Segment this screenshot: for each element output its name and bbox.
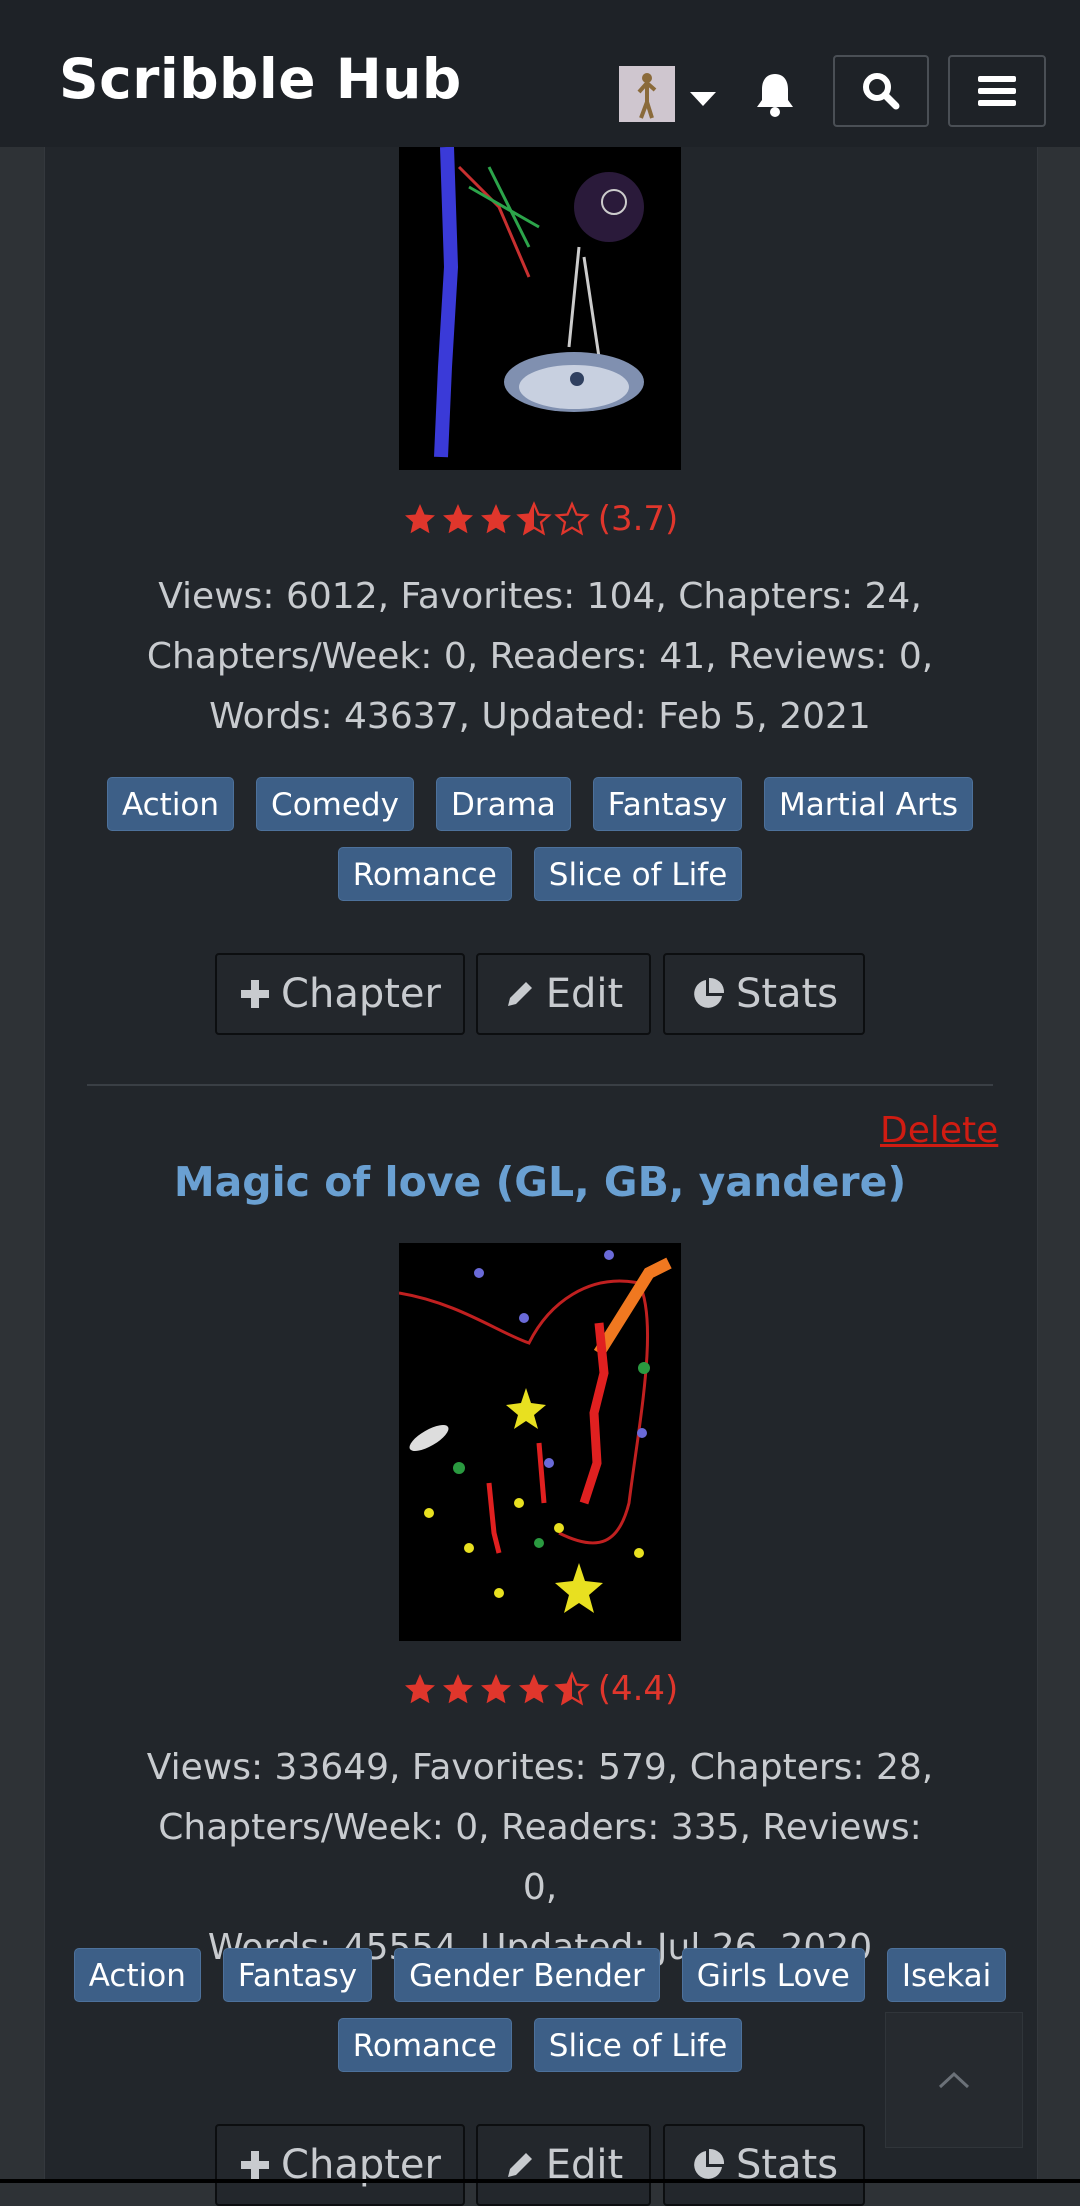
top-navbar: Scribble Hub [0,0,1080,147]
edit-button[interactable]: Edit [476,2124,651,2206]
rating-1: (3.7) [0,500,1080,537]
plus-icon [241,980,270,1008]
star-rating-icon [402,500,590,537]
genre-tag[interactable]: Gender Bender [394,1948,660,2002]
stats-button[interactable]: Stats [663,2124,865,2206]
rating-value: (3.7) [597,498,679,539]
pencil-icon [507,982,532,1006]
stats-line: Views: 6012, Favorites: 104, Chapters: 2… [158,576,922,617]
pie-chart-icon [694,977,724,1008]
button-label: Chapter [281,971,441,1017]
search-button[interactable] [833,55,929,127]
genre-tag[interactable]: Romance [337,847,512,901]
stats-line: Chapters/Week: 0, Readers: 41, Reviews: … [146,636,934,677]
stats-line: Chapters/Week: 0, Readers: 335, Reviews:… [158,1807,922,1908]
novel-actions-1: Chapter Edit Stats [0,953,1080,1035]
bell-icon[interactable] [754,70,796,118]
rating-value: (4.4) [597,1668,679,1709]
genre-tags-1: Action Comedy Drama Fantasy Martial Arts [0,777,1080,833]
star-rating-icon [402,1670,590,1707]
stats-button[interactable]: Stats [663,953,865,1035]
genre-tags-1b: Romance Slice of Life [0,847,1080,903]
genre-tag[interactable]: Drama [435,777,571,831]
genre-tag[interactable]: Fantasy [222,1948,373,2002]
genre-tag[interactable]: Action [106,777,235,831]
scroll-to-top-button[interactable] [885,2012,1023,2148]
genre-tag[interactable]: Isekai [886,1948,1007,2002]
plus-icon [241,2151,270,2179]
stats-line: Views: 33649, Favorites: 579, Chapters: … [146,1747,934,1788]
genre-tag[interactable]: Slice of Life [533,847,743,901]
site-logo[interactable]: Scribble Hub [59,52,462,107]
bottom-edge [0,2179,1080,2183]
button-label: Edit [545,971,624,1017]
novel-stats-2: Views: 33649, Favorites: 579, Chapters: … [140,1738,940,1978]
novel-cover-1[interactable] [399,147,681,470]
novel-cover-2[interactable] [399,1243,681,1641]
genre-tag[interactable]: Fantasy [592,777,743,831]
add-chapter-button[interactable]: Chapter [215,2124,465,2206]
divider [87,1084,993,1086]
novel-title[interactable]: Magic of love (GL, GB, yandere) [0,1158,1080,1206]
search-icon [863,73,900,110]
menu-button[interactable] [948,55,1046,127]
caret-down-icon[interactable] [690,92,716,106]
edit-button[interactable]: Edit [476,953,651,1035]
genre-tag[interactable]: Slice of Life [533,2018,743,2072]
rating-2: (4.4) [0,1670,1080,1707]
user-avatar[interactable] [619,66,675,122]
novel-stats-1: Views: 6012, Favorites: 104, Chapters: 2… [140,567,940,747]
pencil-icon [507,2153,532,2177]
hamburger-icon [978,76,1016,106]
genre-tag[interactable]: Action [73,1948,201,2002]
genre-tag[interactable]: Romance [337,2018,512,2072]
genre-tag[interactable]: Girls Love [681,1948,865,2002]
pie-chart-icon [694,2148,724,2179]
delete-link[interactable]: Delete [880,1110,998,1151]
genre-tag[interactable]: Comedy [256,777,414,831]
button-label: Stats [735,971,839,1017]
add-chapter-button[interactable]: Chapter [215,953,465,1035]
stats-line: Words: 43637, Updated: Feb 5, 2021 [209,696,871,737]
chevron-up-icon [938,2071,970,2089]
genre-tags-2: Action Fantasy Gender Bender Girls Love Isek… [0,1948,1080,2004]
genre-tag[interactable]: Martial Arts [764,777,974,831]
